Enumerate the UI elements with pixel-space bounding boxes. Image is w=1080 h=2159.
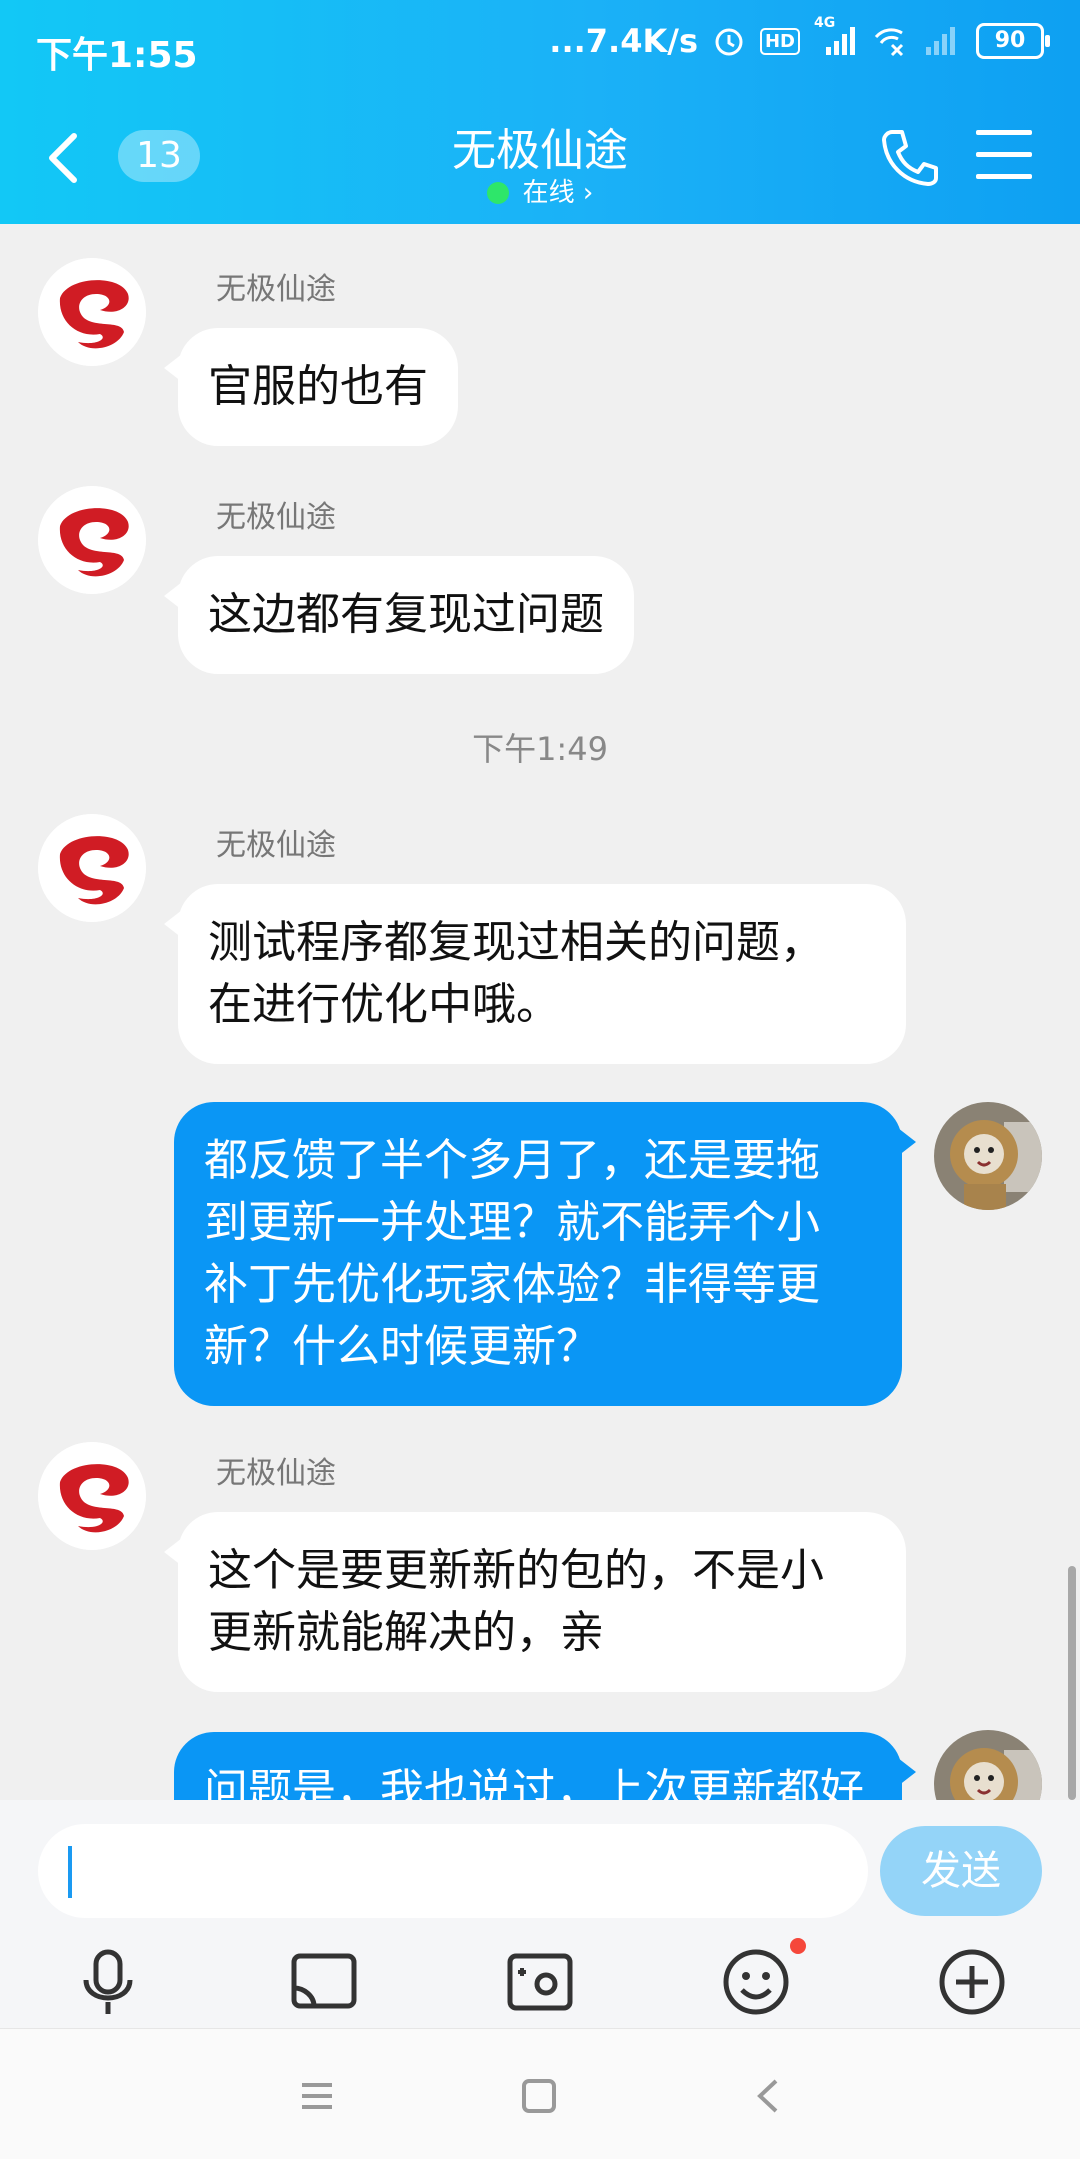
sender-name: 无极仙途: [216, 1456, 336, 1491]
phone-icon: [882, 130, 938, 186]
contact-avatar[interactable]: [38, 1442, 146, 1550]
text-caret: [68, 1846, 72, 1898]
menu-line: [976, 152, 1032, 157]
signal-weak-icon: [922, 25, 962, 57]
menu-line: [976, 174, 1032, 179]
status-time: 下午1:55: [36, 35, 198, 76]
online-dot: [486, 182, 509, 204]
call-button[interactable]: [878, 126, 942, 190]
lion-plush-avatar-icon: [934, 1730, 1042, 1800]
network-speed: ...7.4K/s: [549, 22, 698, 60]
tornado-logo-icon: [38, 486, 146, 594]
microphone-icon: [83, 1949, 133, 2014]
system-back-button[interactable]: [746, 2073, 792, 2119]
camera-button[interactable]: [500, 1942, 580, 2022]
lion-plush-avatar-icon: [934, 1102, 1042, 1210]
sender-name: 无极仙途: [216, 828, 336, 863]
recents-button[interactable]: [294, 2073, 340, 2119]
battery-icon: 90: [976, 23, 1050, 59]
signal-label: 4G: [814, 15, 836, 31]
message-input[interactable]: [38, 1824, 868, 1918]
message-list[interactable]: 无极仙途 官服的也有 无极仙途 这边都有复现过问题 下午1:49 无极仙途 测试…: [0, 224, 1080, 1800]
contact-avatar[interactable]: [38, 486, 146, 594]
incoming-message-bubble[interactable]: 测试程序都复现过相关的问题， 在进行优化中哦。: [164, 884, 906, 1064]
outgoing-message-bubble[interactable]: 问题是，我也说过，上次更新都好: [174, 1732, 916, 1800]
user-avatar[interactable]: [934, 1730, 1042, 1800]
chevron-left-icon: [757, 2079, 778, 2113]
status-icons: ...7.4K/s HD 4G 90: [549, 15, 1050, 60]
wifi-off-icon: [872, 25, 908, 57]
status-bar: 下午1:55 ...7.4K/s HD 4G 90: [0, 0, 1080, 96]
menu-line: [976, 130, 1032, 135]
camera-icon: [507, 1953, 573, 2011]
more-button[interactable]: [932, 1942, 1012, 2022]
tornado-logo-icon: [38, 814, 146, 922]
emoji-button[interactable]: [716, 1942, 796, 2022]
menu-button[interactable]: [976, 130, 1032, 182]
system-nav-bar: [0, 2028, 1080, 2159]
incoming-message-bubble[interactable]: 官服的也有: [164, 328, 458, 446]
signal-4g-icon: 4G: [814, 15, 858, 57]
hd-icon: HD: [759, 27, 800, 55]
contact-avatar[interactable]: [38, 814, 146, 922]
send-button[interactable]: 发送: [880, 1826, 1042, 1916]
cast-icon: [291, 1953, 357, 2009]
user-avatar[interactable]: [934, 1102, 1042, 1210]
incoming-message-bubble[interactable]: 这边都有复现过问题: [164, 556, 634, 674]
sender-name: 无极仙途: [216, 500, 336, 535]
menu-lines-icon: [302, 2083, 332, 2109]
input-bar: 发送: [0, 1800, 1080, 2028]
plus-icon: [939, 1949, 1005, 2015]
screen-share-button[interactable]: [284, 1942, 364, 2022]
incoming-message-bubble[interactable]: 这个是要更新新的包的，不是小 更新就能解决的，亲: [164, 1512, 906, 1692]
voice-button[interactable]: [68, 1942, 148, 2022]
online-status-label: 在线 ›: [522, 178, 594, 208]
home-button[interactable]: [516, 2073, 562, 2119]
outgoing-message-bubble[interactable]: 都反馈了半个多月了，还是要拖 到更新一并处理？就不能弄个小 补丁先优化玩家体验？…: [174, 1102, 916, 1406]
tornado-logo-icon: [38, 258, 146, 366]
emoji-icon: [723, 1949, 789, 2015]
notification-dot: [790, 1938, 806, 1954]
tornado-logo-icon: [38, 1442, 146, 1550]
chat-header: 下午1:55 ...7.4K/s HD 4G 90 13 无极仙途 在线 ›: [0, 0, 1080, 224]
square-icon: [522, 2079, 556, 2113]
alarm-icon: [712, 24, 746, 58]
sender-name: 无极仙途: [216, 272, 336, 307]
scrollbar[interactable]: [1068, 1566, 1076, 1800]
contact-avatar[interactable]: [38, 258, 146, 366]
message-timestamp: 下午1:49: [472, 730, 608, 768]
